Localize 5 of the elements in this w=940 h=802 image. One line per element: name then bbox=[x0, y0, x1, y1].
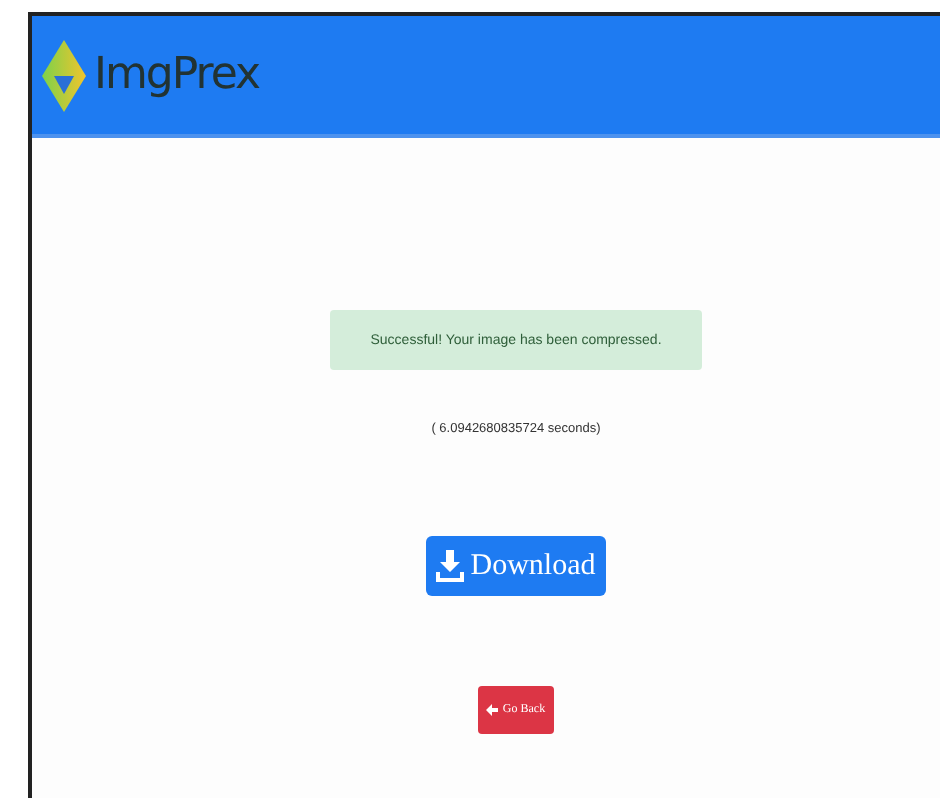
arrow-left-icon bbox=[486, 704, 499, 716]
diamond-logo-icon bbox=[42, 39, 86, 111]
download-icon bbox=[436, 550, 465, 582]
brand-name: ImgPrex bbox=[94, 50, 259, 100]
download-button[interactable]: Download bbox=[426, 536, 606, 596]
